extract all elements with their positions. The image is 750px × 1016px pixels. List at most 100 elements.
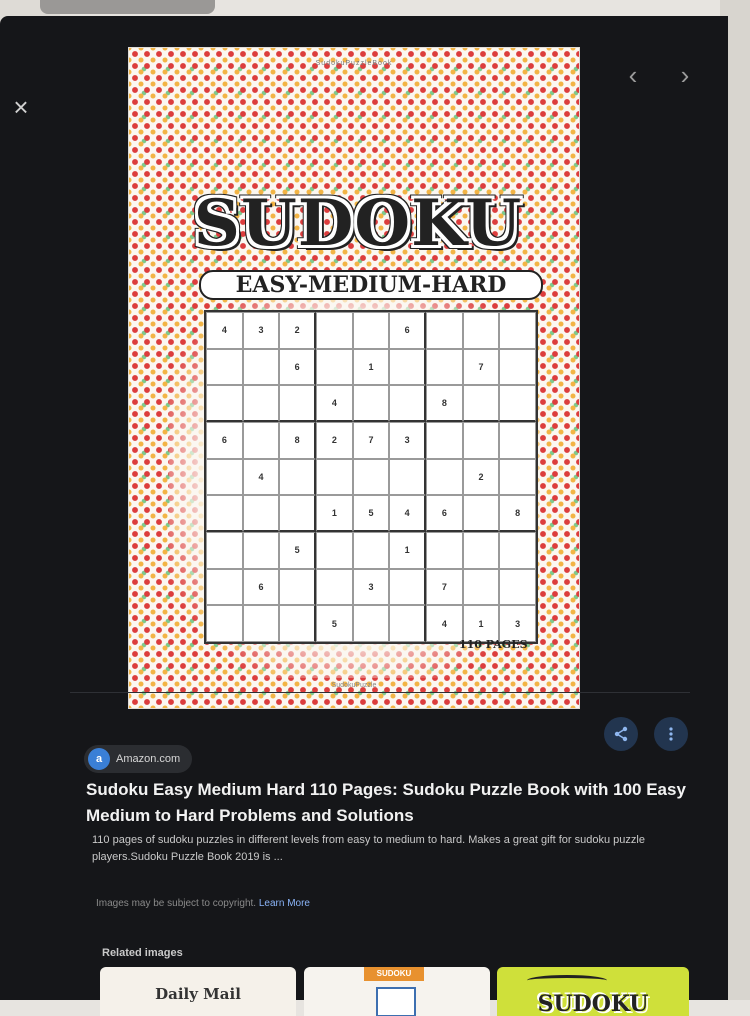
sudoku-cell [316,568,353,606]
sudoku-cell [389,605,426,642]
copyright-text: Images may be subject to copyright. [96,898,257,909]
sudoku-cell [352,532,390,569]
sudoku-cell: 3 [242,312,280,349]
sudoku-cell [242,385,280,422]
sudoku-cell: 5 [352,495,390,532]
sudoku-cell [206,532,243,569]
thumbnail-graphic [527,975,607,986]
source-label: Amazon.com [116,753,181,765]
cover-top-text: SudokuPuzzleBook [315,60,393,67]
learn-more-link[interactable]: Learn More [259,898,310,909]
source-chip[interactable]: a Amazon.com [84,745,193,773]
thumbnail-text: SUDOKU [537,991,649,1016]
sudoku-cell [389,385,426,422]
sudoku-cell [462,532,500,569]
related-image-thumbnail[interactable]: SUDOKU [497,967,689,1016]
sudoku-cell [426,458,463,496]
sudoku-cell: 8 [499,495,536,532]
sudoku-cell: 1 [389,532,426,569]
sudoku-cell: 5 [279,532,316,569]
sudoku-cell [389,458,426,496]
sudoku-cell [499,458,536,496]
sudoku-cell: 2 [462,458,500,496]
sudoku-cell [206,348,243,386]
sudoku-cell: 7 [426,568,463,606]
sudoku-cell: 2 [279,312,316,349]
sudoku-cell [316,348,353,386]
sudoku-cell [462,422,500,459]
sudoku-cell [316,532,353,569]
sudoku-cell [206,385,243,422]
sudoku-cell [206,458,243,496]
sudoku-cell [352,385,390,422]
sudoku-cell [389,568,426,606]
sudoku-cell [242,495,280,532]
sudoku-cell: 4 [242,458,280,496]
share-button[interactable] [604,717,638,751]
sudoku-cell: 3 [499,605,536,642]
pages-label: 110 PAGES [459,638,528,651]
sudoku-cell [206,605,243,642]
sudoku-cell [316,312,353,349]
sudoku-cell: 6 [206,422,243,459]
sudoku-cell: 4 [426,605,463,642]
sudoku-cell [499,532,536,569]
sudoku-cell: 4 [316,385,353,422]
previous-button[interactable]: ‹ [620,62,646,88]
related-image-thumbnail[interactable]: SUDOKU [304,967,490,1016]
cover-bottom-text: SudokuPuzzle [331,682,377,689]
sudoku-cell [242,348,280,386]
image-viewer-panel: × ‹ › SudokuPuzzleBook SUDOKU EASY-MEDIU… [0,16,728,1016]
sudoku-cell [499,348,536,386]
sudoku-cell [242,532,280,569]
sudoku-cell [279,495,316,532]
sudoku-cell [462,385,500,422]
sudoku-cell [316,458,353,496]
chevron-left-icon: ‹ [628,60,638,90]
sudoku-cell: 6 [279,348,316,386]
sudoku-cell: 4 [206,312,243,349]
sudoku-cell: 1 [352,348,390,386]
sudoku-cell [206,495,243,532]
close-icon: × [13,92,29,122]
cover-subtitle: EASY-MEDIUM-HARD [199,270,543,300]
share-icon [614,726,628,742]
sudoku-cell: 3 [389,422,426,459]
sudoku-cell: 3 [352,568,390,606]
thumbnail-text: Daily Mail [155,985,241,1003]
more-options-button[interactable] [654,717,688,751]
more-vert-icon [669,727,673,741]
sudoku-cell [279,568,316,606]
sudoku-cell: 6 [389,312,426,349]
sudoku-cell [426,348,463,386]
sudoku-cell [242,605,280,642]
next-button[interactable]: › [672,62,698,88]
sudoku-cell: 4 [389,495,426,532]
result-title-link[interactable]: Sudoku Easy Medium Hard 110 Pages: Sudok… [86,777,686,829]
sudoku-cell: 7 [352,422,390,459]
related-image-thumbnail[interactable]: Daily Mail [100,967,296,1016]
chevron-right-icon: › [680,60,690,90]
close-button[interactable]: × [8,94,34,120]
copyright-notice: Images may be subject to copyright. Lear… [96,898,310,909]
sudoku-cell [426,532,463,569]
sudoku-cell [206,568,243,606]
sudoku-cell [279,605,316,642]
sudoku-cell [279,458,316,496]
sudoku-cell [352,458,390,496]
divider [70,692,690,693]
sudoku-cell [352,312,390,349]
cover-title: SUDOKU [193,186,523,261]
sudoku-cell [499,385,536,422]
background-top-bar [40,0,215,14]
sudoku-cell: 8 [426,385,463,422]
sudoku-cell: 5 [316,605,353,642]
thumbnail-graphic [376,987,416,1016]
sudoku-cell [389,348,426,386]
preview-image[interactable]: SudokuPuzzleBook SUDOKU EASY-MEDIUM-HARD… [128,47,580,709]
sudoku-cell: 6 [426,495,463,532]
sudoku-cell [499,422,536,459]
sudoku-cell [462,312,500,349]
sudoku-cell: 1 [316,495,353,532]
thumbnail-text: SUDOKU [364,967,424,981]
